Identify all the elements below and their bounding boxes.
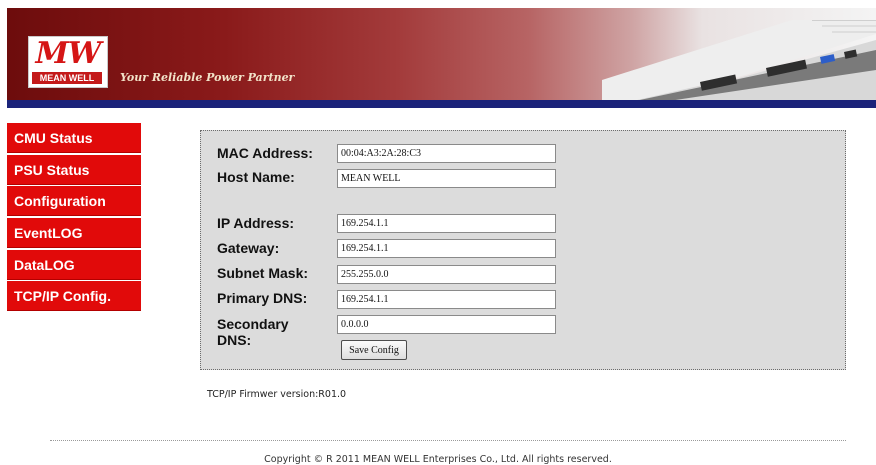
tcpip-config-panel: MAC Address: Host Name: IP Address: Gate…: [200, 130, 846, 370]
host-name-field[interactable]: [337, 169, 556, 188]
primary-dns-field[interactable]: [337, 290, 556, 309]
subnet-mask-field[interactable]: [337, 265, 556, 284]
host-name-label: Host Name:: [217, 169, 295, 185]
secondary-dns-field[interactable]: [337, 315, 556, 334]
sidebar-item-eventlog[interactable]: EventLOG: [7, 218, 141, 249]
subnet-mask-label: Subnet Mask:: [217, 265, 309, 281]
logo-name: MEAN WELL: [32, 72, 102, 84]
mean-well-logo: MW MEAN WELL: [28, 36, 108, 88]
sidebar-item-cmu-status[interactable]: CMU Status: [7, 123, 141, 153]
secondary-dns-label-cont: DNS:: [217, 332, 252, 348]
sidebar-nav: CMU Status PSU Status Configuration Even…: [7, 123, 141, 313]
sidebar-item-psu-status[interactable]: PSU Status: [7, 154, 141, 185]
mac-address-label: MAC Address:: [217, 145, 313, 161]
mac-address-field[interactable]: [337, 144, 556, 163]
sidebar-item-tcpip-config[interactable]: TCP/IP Config.: [7, 281, 141, 312]
gateway-field[interactable]: [337, 239, 556, 258]
logo-mark: MW: [35, 36, 102, 71]
ip-address-label: IP Address:: [217, 215, 295, 231]
footer-divider: [50, 440, 846, 441]
firmware-version: TCP/IP Firmwer version:R01.0: [207, 389, 347, 400]
copyright-text: Copyright © R 2011 MEAN WELL Enterprises…: [264, 454, 612, 465]
gateway-label: Gateway:: [217, 240, 280, 256]
sidebar-item-configuration[interactable]: Configuration: [7, 186, 141, 217]
ip-address-field[interactable]: [337, 214, 556, 233]
save-config-button[interactable]: Save Config: [341, 340, 407, 360]
power-supply-illustration: [602, 20, 876, 100]
header-stripe: [7, 100, 876, 108]
primary-dns-label: Primary DNS:: [217, 290, 308, 306]
secondary-dns-label: Secondary: [217, 316, 289, 332]
tagline: Your Reliable Power Partner: [120, 71, 295, 84]
sidebar-item-datalog[interactable]: DataLOG: [7, 249, 141, 280]
header-banner: MW MEAN WELL Your Reliable Power Partner: [7, 8, 876, 100]
